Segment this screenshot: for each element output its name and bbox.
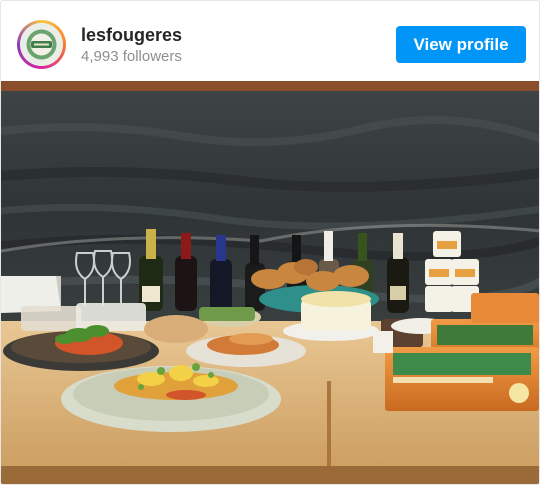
instagram-embed-card: lesfougeres 4,993 followers View profile [0,0,540,485]
profile-avatar[interactable] [17,20,66,69]
view-profile-button[interactable]: View profile [396,26,526,63]
post-image[interactable] [1,81,539,484]
post-header: lesfougeres 4,993 followers View profile [1,1,539,81]
brand-logo-icon [20,23,63,66]
profile-username[interactable]: lesfougeres [81,25,182,46]
follower-count: 4,993 followers [81,48,182,65]
